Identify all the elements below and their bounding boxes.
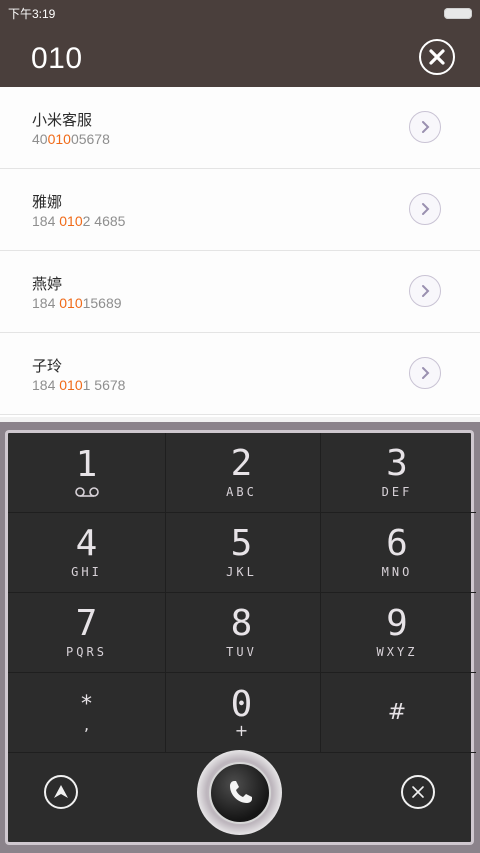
phone-icon bbox=[229, 780, 252, 803]
delete-x-icon bbox=[412, 786, 424, 798]
key-digit: 4 bbox=[75, 523, 98, 564]
contact-detail-button[interactable] bbox=[409, 193, 441, 225]
key-4[interactable]: 4 GHI bbox=[8, 513, 166, 593]
chevron-right-icon bbox=[422, 121, 430, 133]
contact-number: 184 0101 5678 bbox=[32, 377, 126, 393]
key-digit: 9 bbox=[386, 603, 408, 644]
key-digit: 2 bbox=[230, 443, 253, 484]
key-star[interactable]: * , bbox=[8, 673, 166, 753]
contact-detail-button[interactable] bbox=[409, 275, 441, 307]
key-5[interactable]: 5 JKL bbox=[163, 513, 321, 593]
contact-detail-button[interactable] bbox=[409, 357, 441, 389]
key-3[interactable]: 3 DEF bbox=[318, 433, 476, 513]
key-digit: # bbox=[387, 699, 407, 725]
battery-icon bbox=[444, 8, 472, 19]
key-letters: TUV bbox=[226, 645, 257, 659]
contact-row[interactable]: 燕婷 184 01015689 bbox=[0, 251, 480, 333]
voicemail-icon bbox=[74, 487, 99, 497]
contact-name: 小米客服 bbox=[32, 111, 93, 129]
contact-row[interactable]: 子玲 184 0101 5678 bbox=[0, 333, 480, 415]
key-digit: 5 bbox=[230, 523, 253, 564]
key-hash[interactable]: # bbox=[318, 673, 476, 753]
contact-number: 184 01015689 bbox=[32, 295, 122, 311]
key-letters: ABC bbox=[226, 485, 257, 499]
contact-number: 4001005678 bbox=[32, 131, 110, 147]
key-digit: 1 bbox=[75, 444, 98, 485]
delete-button[interactable] bbox=[401, 775, 435, 809]
contact-name: 子玲 bbox=[32, 357, 63, 375]
status-time: 下午3:19 bbox=[8, 7, 56, 21]
key-letters: , bbox=[83, 714, 90, 734]
dialer-header: 下午3:19 010 bbox=[0, 0, 480, 87]
key-letters: WXYZ bbox=[376, 645, 418, 659]
dial-number-display[interactable]: 010 bbox=[31, 42, 83, 76]
navigation-button[interactable] bbox=[44, 775, 78, 809]
key-0[interactable]: 0 + bbox=[163, 673, 321, 753]
navigation-arrow-icon bbox=[54, 785, 68, 798]
key-7[interactable]: 7 PQRS bbox=[8, 593, 166, 673]
key-digit: 6 bbox=[386, 523, 408, 564]
key-6[interactable]: 6 MNO bbox=[318, 513, 476, 593]
key-letters: PQRS bbox=[66, 645, 107, 659]
key-9[interactable]: 9 WXYZ bbox=[318, 593, 476, 673]
contact-name: 燕婷 bbox=[32, 275, 63, 293]
key-digit: 3 bbox=[386, 443, 408, 484]
key-1[interactable]: 1 bbox=[8, 433, 166, 513]
key-digit: * bbox=[81, 691, 92, 717]
clear-input-button[interactable] bbox=[419, 39, 455, 75]
close-icon bbox=[429, 49, 445, 65]
chevron-right-icon bbox=[422, 367, 430, 379]
contact-name: 雅娜 bbox=[32, 193, 63, 211]
key-letters: MNO bbox=[381, 565, 413, 579]
chevron-right-icon bbox=[422, 285, 430, 297]
key-letters: + bbox=[234, 720, 249, 740]
call-button[interactable] bbox=[197, 750, 282, 835]
key-digit: 8 bbox=[230, 603, 253, 644]
contact-match-list: 小米客服 4001005678 雅娜 184 0102 4685 燕婷 184 … bbox=[0, 87, 480, 417]
chevron-right-icon bbox=[422, 203, 430, 215]
status-bar: 下午3:19 bbox=[0, 0, 480, 26]
key-digit: 0 bbox=[230, 683, 253, 725]
key-letters: DEF bbox=[381, 485, 413, 499]
call-button-inner bbox=[208, 761, 271, 824]
key-letters: JKL bbox=[226, 565, 257, 579]
key-8[interactable]: 8 TUV bbox=[163, 593, 321, 673]
contact-detail-button[interactable] bbox=[409, 111, 441, 143]
key-digit: 7 bbox=[75, 603, 98, 644]
key-letters: GHI bbox=[71, 565, 102, 579]
contact-row[interactable]: 雅娜 184 0102 4685 bbox=[0, 169, 480, 251]
contact-number: 184 0102 4685 bbox=[32, 213, 126, 229]
contact-row[interactable]: 小米客服 4001005678 bbox=[0, 87, 480, 169]
key-2[interactable]: 2 ABC bbox=[163, 433, 321, 513]
